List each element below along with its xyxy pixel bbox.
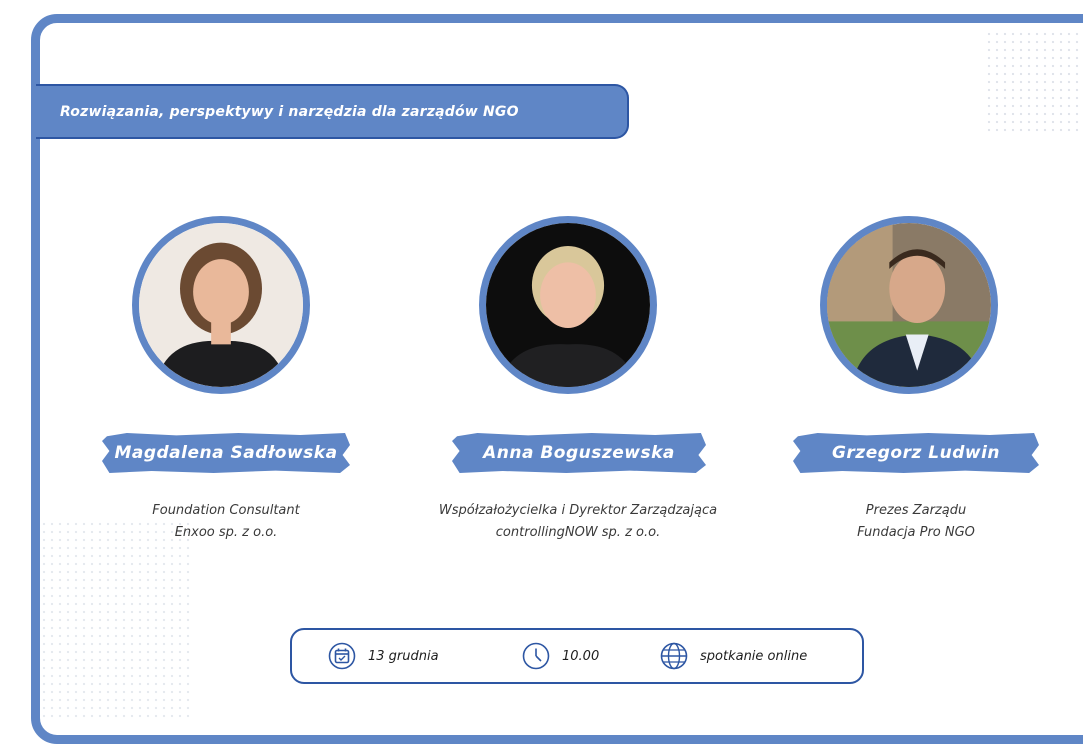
speaker-role: Foundation Consultant Enxoo sp. z o.o. (102, 500, 350, 544)
speaker-photo (820, 216, 998, 394)
title-banner: Rozwiązania, perspektywy i narzędzia dla… (36, 84, 629, 139)
event-time-text: 10.00 (562, 648, 600, 664)
dot-pattern-decoration (40, 520, 190, 720)
clock-icon (522, 642, 550, 670)
event-date: 13 grudnia (328, 630, 439, 682)
calendar-icon (328, 642, 356, 670)
dot-pattern-decoration (985, 30, 1083, 135)
speaker-name: Anna Boguszewska (483, 443, 675, 463)
event-info-bar: 13 grudnia 10.00 spotkanie online (290, 628, 864, 684)
banner-title: Rozwiązania, perspektywy i narzędzia dla… (60, 103, 519, 120)
speaker-role-company: Fundacja Pro NGO (857, 525, 975, 540)
speaker-role-title: Foundation Consultant (152, 503, 300, 518)
event-time: 10.00 (522, 630, 599, 682)
poster-frame: Rozwiązania, perspektywy i narzędzia dla… (0, 0, 1083, 744)
speaker-name-banner: Grzegorz Ludwin (793, 433, 1039, 473)
speaker-role-company: controllingNOW sp. z o.o. (495, 525, 661, 540)
event-location-text: spotkanie online (700, 648, 808, 664)
speaker-role-title: Współzałożycielka i Dyrektor Zarządzając… (438, 503, 718, 518)
speaker-role-title: Prezes Zarządu (865, 503, 967, 518)
speaker-photo (479, 216, 657, 394)
globe-icon (660, 642, 688, 670)
speaker-role: Współzałożycielka i Dyrektor Zarządzając… (400, 500, 756, 544)
speaker-role-company: Enxoo sp. z o.o. (174, 525, 278, 540)
speaker-name-banner: Magdalena Sadłowska (102, 433, 350, 473)
speaker-photo (132, 216, 310, 394)
event-location: spotkanie online (660, 630, 807, 682)
speaker-name-banner: Anna Boguszewska (452, 433, 706, 473)
event-date-text: 13 grudnia (368, 648, 439, 664)
speaker-name: Grzegorz Ludwin (831, 443, 1001, 463)
speaker-role: Prezes Zarządu Fundacja Pro NGO (793, 500, 1039, 544)
speaker-name: Magdalena Sadłowska (114, 443, 338, 463)
